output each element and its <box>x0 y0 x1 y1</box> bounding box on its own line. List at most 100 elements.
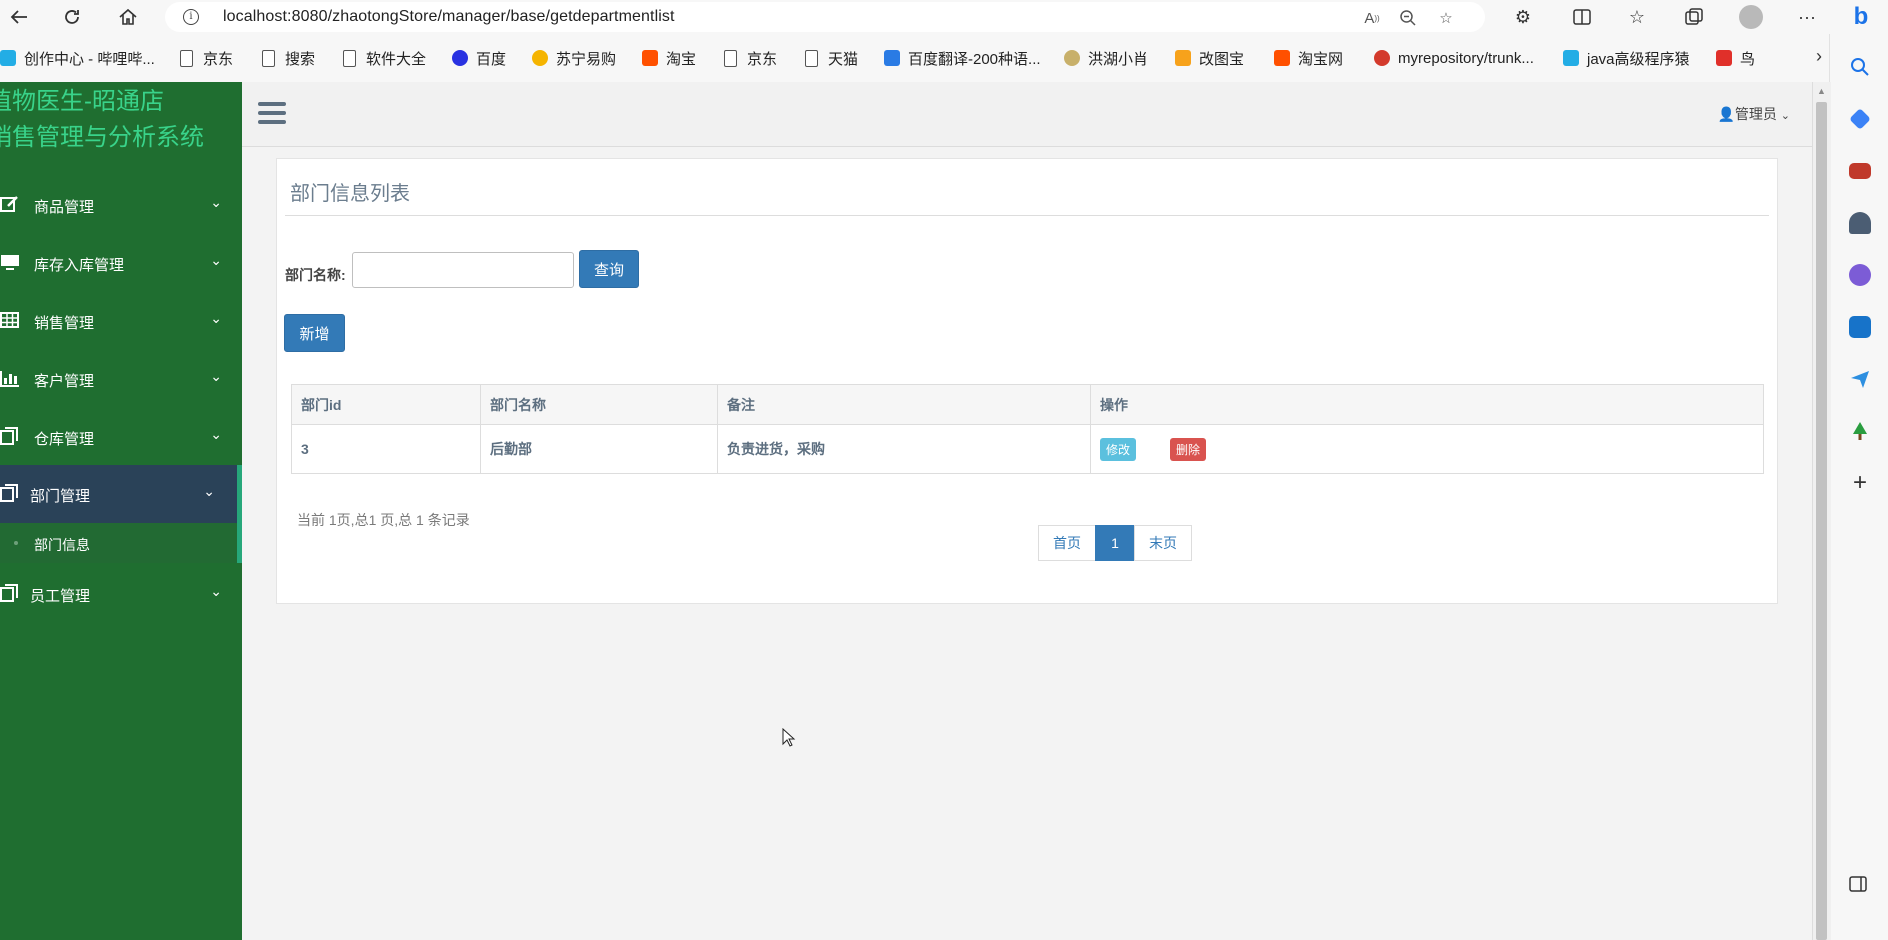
cell-remark: 负责进货，采购 <box>717 424 1091 474</box>
sidebar-item-customers[interactable]: 客户管理 ⌄ <box>0 350 242 408</box>
first-page-button[interactable]: 首页 <box>1038 525 1096 561</box>
delete-button[interactable]: 删除 <box>1170 437 1207 461</box>
extensions-icon[interactable]: ⚙ <box>1508 3 1538 31</box>
chevron-right-icon[interactable]: › <box>1816 46 1822 67</box>
user-dropdown[interactable]: 👤管理员 ⌄ <box>1717 104 1790 124</box>
top-navbar: 👤管理员 ⌄ <box>242 82 1812 147</box>
copy-icon <box>0 427 18 445</box>
outlook-icon[interactable] <box>1849 316 1871 338</box>
pagination-info: 当前 1页,总1 页,总 1 条记录 <box>297 512 470 528</box>
back-icon[interactable] <box>4 3 34 31</box>
bird-icon <box>1064 50 1080 66</box>
page-icon <box>724 49 737 67</box>
chevron-down-icon: ⌄ <box>210 310 222 326</box>
scroll-up-arrow-icon[interactable]: ▲ <box>1817 86 1826 96</box>
bookmark-item[interactable]: java高级程序猿 <box>1563 47 1690 69</box>
query-button[interactable]: 查询 <box>579 250 639 288</box>
url-text[interactable]: localhost:8080/zhaotongStore/manager/bas… <box>223 8 675 26</box>
bookmark-item[interactable]: 淘宝 <box>642 47 696 69</box>
send-icon[interactable] <box>1849 368 1871 390</box>
menu-toggle-icon[interactable] <box>258 102 286 126</box>
page-title: 部门信息列表 <box>290 183 410 205</box>
bookmark-item[interactable]: 淘宝网 <box>1274 47 1343 69</box>
page-number-button[interactable]: 1 <box>1095 525 1135 561</box>
refresh-icon[interactable] <box>57 3 87 31</box>
read-aloud-icon[interactable]: A)) <box>1361 7 1383 29</box>
bird-red-icon <box>1716 50 1732 66</box>
sidebar-item-inventory[interactable]: 库存入库管理 ⌄ <box>0 234 242 292</box>
favorites-icon[interactable]: ☆ <box>1622 3 1652 31</box>
site-info-icon[interactable]: i <box>183 9 199 25</box>
home-icon[interactable] <box>113 3 143 31</box>
favorite-add-icon[interactable]: ☆ <box>1435 7 1457 29</box>
pagination: 首页 1 末页 <box>1038 525 1192 561</box>
desktop-icon <box>1 255 19 270</box>
toolbox-icon[interactable] <box>1849 163 1871 179</box>
tree-icon[interactable] <box>1849 420 1871 442</box>
department-table: 部门id 部门名称 备注 操作 3 后勤部 负责进货，采购 修改 删除 <box>291 384 1764 474</box>
chrome-icon <box>1374 50 1390 66</box>
user-name: 管理员 <box>1734 106 1777 122</box>
bookmark-item[interactable]: 鸟 <box>1716 47 1755 69</box>
bookmark-item[interactable]: 改图宝 <box>1175 47 1244 69</box>
sidebar-toggle-icon[interactable] <box>1849 876 1871 898</box>
sidebar-item-label: 库存入库管理 <box>34 257 125 274</box>
user-icon: 👤 <box>1717 106 1735 122</box>
chevron-down-icon: ⌄ <box>210 426 222 442</box>
column-header: 部门id <box>291 384 481 425</box>
page-icon <box>805 49 818 67</box>
baidu-icon <box>452 50 468 66</box>
sidebar-item-label: 仓库管理 <box>34 431 95 448</box>
bing-copilot-icon[interactable]: b <box>1844 3 1878 33</box>
chevron-down-icon: ⌄ <box>210 252 222 268</box>
search-icon[interactable] <box>1849 56 1871 78</box>
page-icon <box>262 49 275 67</box>
edit-button[interactable]: 修改 <box>1100 437 1137 461</box>
scrollbar-thumb[interactable] <box>1816 102 1827 940</box>
bookmark-item[interactable]: 软件大全 <box>343 47 426 69</box>
bilibili-icon <box>1563 50 1579 66</box>
chess-icon[interactable] <box>1849 212 1871 234</box>
tag-icon[interactable] <box>1849 108 1871 130</box>
sidebar-item-employees[interactable]: 员工管理 ⌄ <box>0 565 242 623</box>
sidebar-item-sales[interactable]: 销售管理 ⌄ <box>0 292 242 350</box>
address-bar[interactable]: i localhost:8080/zhaotongStore/manager/b… <box>165 2 1485 32</box>
office-icon[interactable] <box>1849 264 1871 286</box>
page-scrollbar[interactable]: ▲ <box>1812 82 1831 940</box>
sidebar-subitem-department-info[interactable]: 部门信息 <box>0 523 242 563</box>
column-header: 操作 <box>1090 384 1764 425</box>
bookmark-item[interactable]: 创作中心 - 哔哩哔... <box>0 47 155 69</box>
chevron-down-icon: ⌄ <box>1780 110 1790 122</box>
sidebar-item-warehouse[interactable]: 仓库管理 ⌄ <box>0 408 242 466</box>
sidebar-item-label: 员工管理 <box>30 588 91 605</box>
collections-icon[interactable] <box>1679 3 1709 31</box>
table-icon <box>0 312 19 328</box>
bookmark-item[interactable]: 京东 <box>724 47 777 69</box>
sidebar-item-departments[interactable]: 部门管理 ⌄ <box>0 465 242 523</box>
table-row: 3 后勤部 负责进货，采购 修改 删除 <box>291 424 1764 474</box>
more-menu-icon[interactable]: ··· <box>1792 3 1822 31</box>
taobao-icon <box>1274 50 1290 66</box>
split-screen-icon[interactable] <box>1567 3 1597 31</box>
bookmark-item[interactable]: 搜索 <box>262 47 315 69</box>
edge-sidebar: + <box>1829 34 1888 940</box>
sidebar-item-label: 部门管理 <box>30 488 91 505</box>
add-button[interactable]: 新增 <box>284 314 345 352</box>
page-icon <box>180 49 193 67</box>
last-page-button[interactable]: 末页 <box>1134 525 1192 561</box>
bookmark-item[interactable]: 苏宁易购 <box>532 47 616 69</box>
sidebar-item-products[interactable]: 商品管理 ⌄ <box>0 176 242 234</box>
copy-icon <box>0 584 18 602</box>
department-name-input[interactable] <box>352 252 574 288</box>
chevron-down-icon: ⌄ <box>210 583 222 599</box>
bookmark-item[interactable]: 洪湖小肖 <box>1064 47 1148 69</box>
add-icon[interactable]: + <box>1849 471 1871 495</box>
profile-avatar-icon[interactable] <box>1736 3 1766 31</box>
bookmark-item[interactable]: 百度翻译-200种语... <box>884 47 1041 69</box>
bookmark-item[interactable]: 天猫 <box>805 47 858 69</box>
zoom-out-icon[interactable] <box>1397 7 1419 29</box>
bookmark-item[interactable]: 百度 <box>452 47 506 69</box>
bookmark-item[interactable]: myrepository/trunk... <box>1374 47 1534 69</box>
bookmark-item[interactable]: 京东 <box>180 47 233 69</box>
sidebar-item-label: 客户管理 <box>34 373 95 390</box>
